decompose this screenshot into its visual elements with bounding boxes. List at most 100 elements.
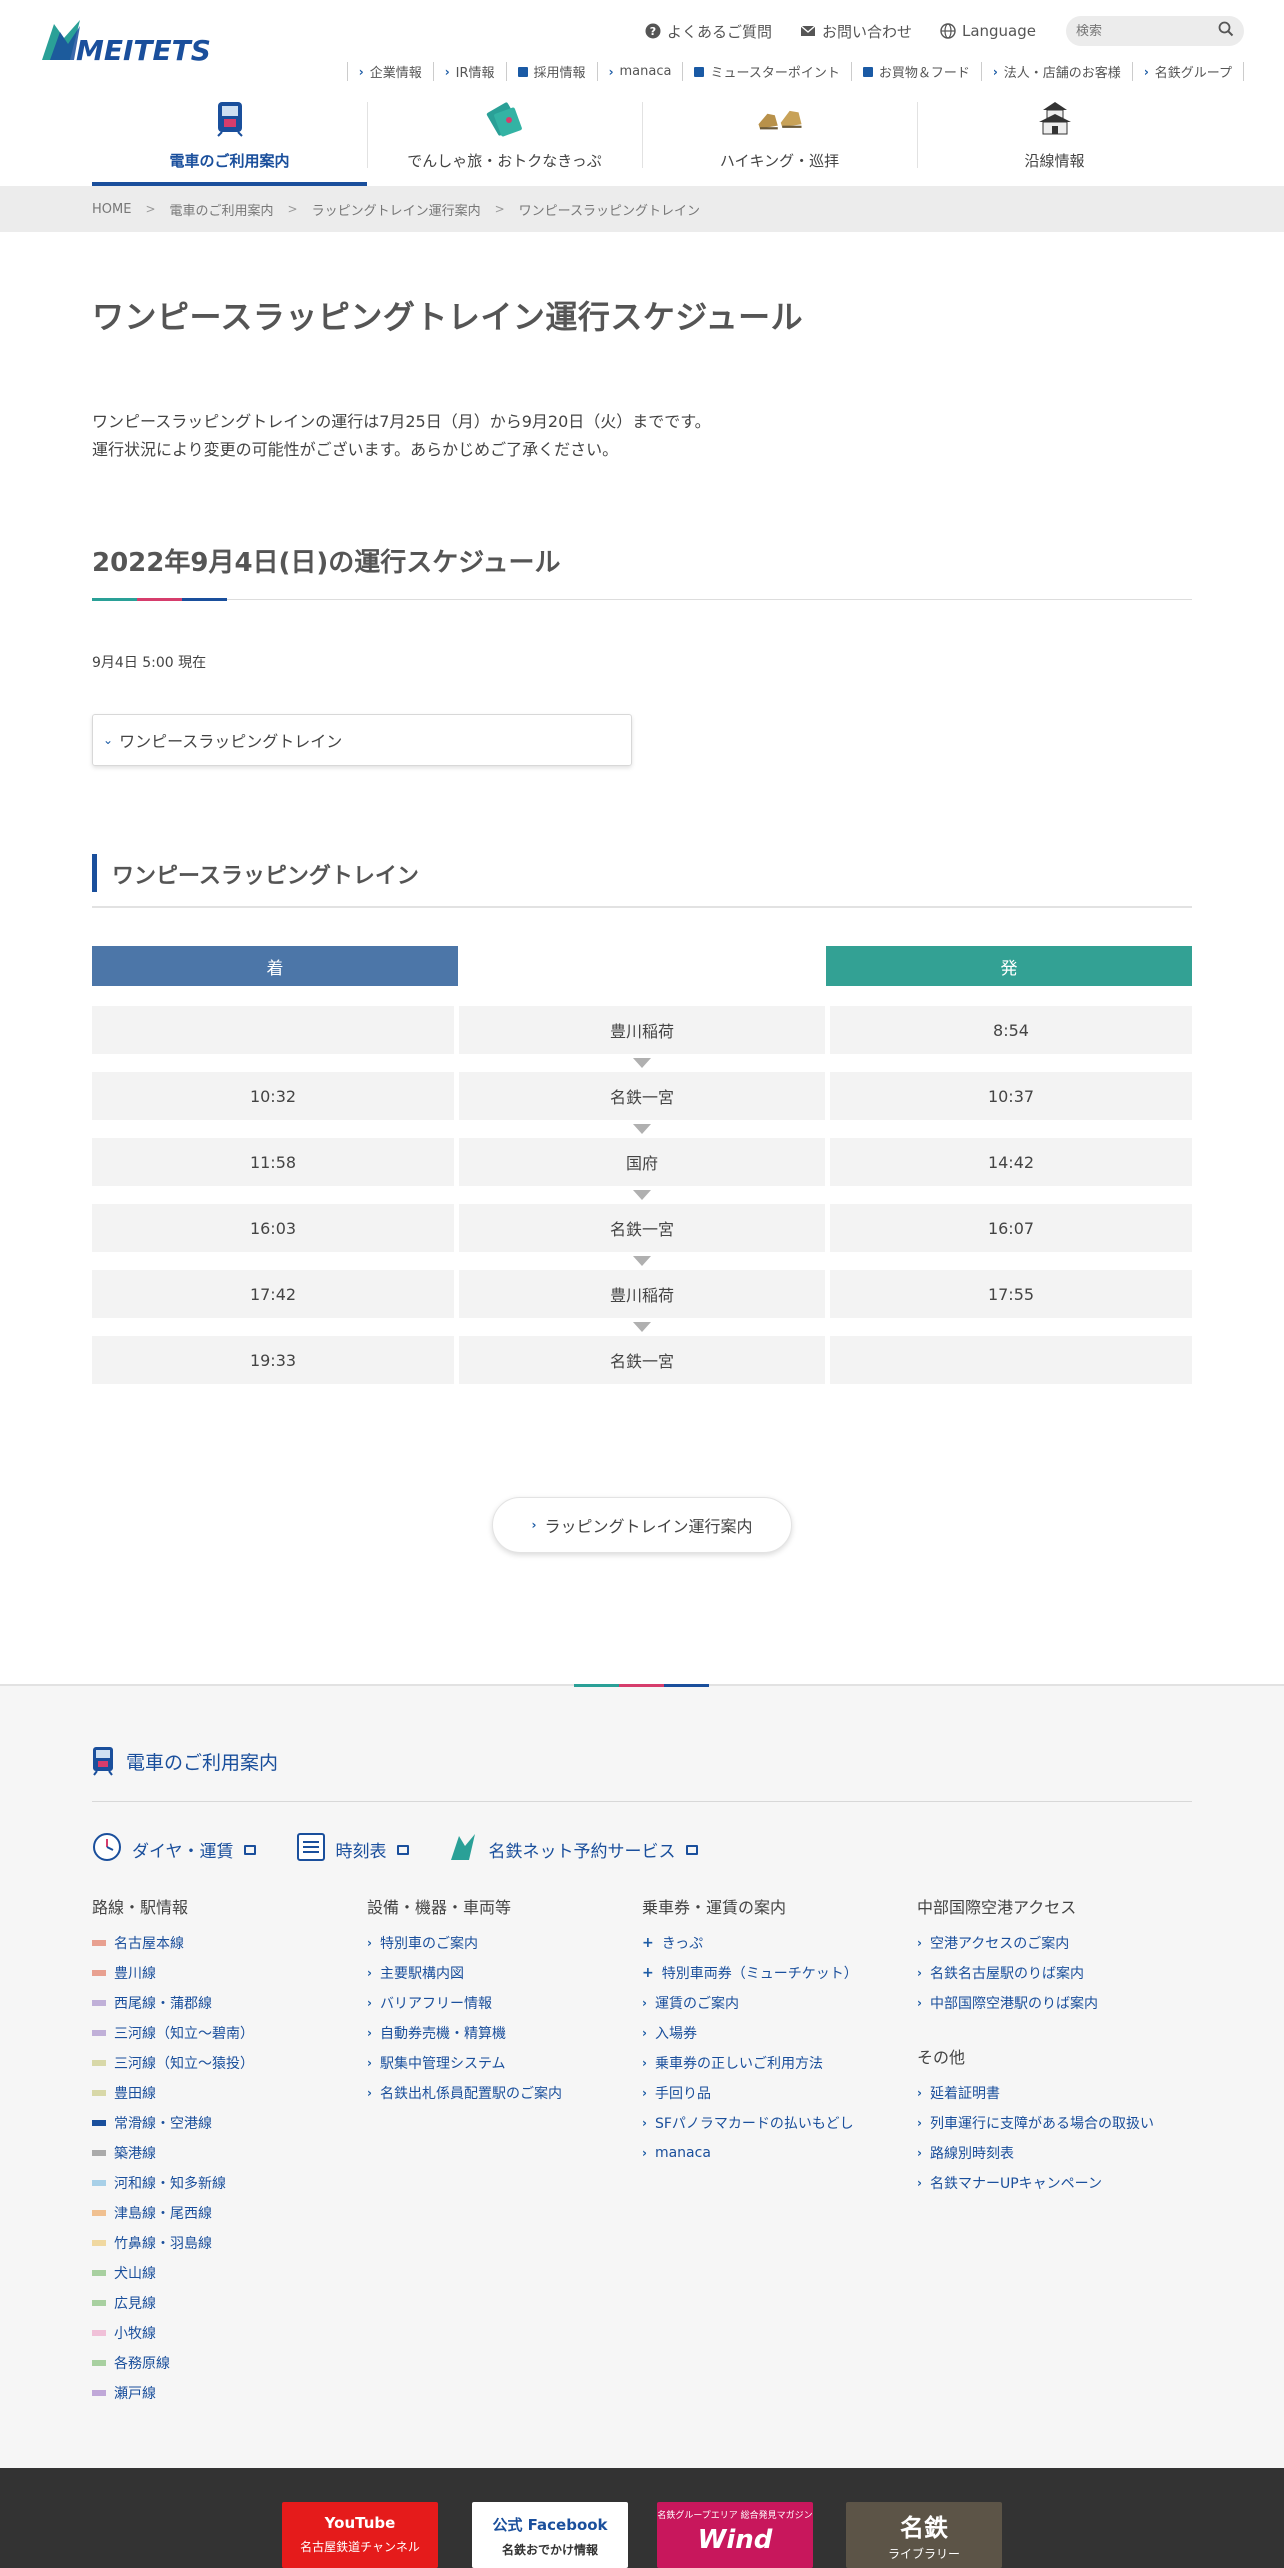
arrive-cell: 19:33 xyxy=(92,1336,454,1384)
chevron-right-icon: › xyxy=(917,1996,922,2010)
mainnav-area[interactable]: 沿線情報 xyxy=(917,92,1192,186)
site-footer: 電車のご利用案内 ダイヤ・運賃 時刻表 名鉄ネット予約サービス 路線・駅情報 名… xyxy=(0,1684,1284,2468)
other-label: 名鉄マナーUPキャンペーン xyxy=(929,2176,1102,2192)
breadcrumb-train-guide[interactable]: 電車のご利用案内 xyxy=(170,200,274,219)
timetable-link[interactable]: 時刻表 xyxy=(296,1832,409,1867)
subnav-business[interactable]: › 法人・店舗のお客様 xyxy=(980,62,1132,81)
main-nav: 電車のご利用案内 でんしゃ旅・おトクなきっぷ ハイキング・巡拝 沿線情報 xyxy=(92,92,1192,186)
line-link[interactable]: 名古屋本線 xyxy=(92,1928,367,1958)
arrive-cell: 16:03 xyxy=(92,1204,454,1252)
line-name: 名古屋本線 xyxy=(114,1936,184,1952)
line-link[interactable]: 豊川線 xyxy=(92,1958,367,1988)
line-link[interactable]: 西尾線・蒲郡線 xyxy=(92,1988,367,2018)
subnav-recruit-label: 採用情報 xyxy=(533,66,586,81)
line-link[interactable]: 三河線（知立〜猿投） xyxy=(92,2048,367,2078)
search-icon[interactable] xyxy=(1218,21,1234,41)
facility-label: 名鉄出札係員配置駅のご案内 xyxy=(379,2086,562,2102)
chevron-right-icon: > xyxy=(145,202,156,216)
facility-link[interactable]: › バリアフリー情報 xyxy=(367,1988,642,2018)
ticket-link[interactable]: › 運賃のご案内 xyxy=(642,1988,917,2018)
meitetsu-logo[interactable]: MEITETSU xyxy=(40,16,234,67)
line-link[interactable]: 犬山線 xyxy=(92,2258,367,2288)
station-cell: 国府 xyxy=(459,1138,825,1186)
ticket-link[interactable]: › SFパノラマカードの払いもどし xyxy=(642,2108,917,2138)
chevron-right-icon: › xyxy=(367,2026,372,2040)
table-row: 17:42 豊川稲荷 17:55 xyxy=(92,1270,1192,1318)
other-link[interactable]: › 名鉄マナーUPキャンペーン xyxy=(917,2168,1192,2198)
contact-link[interactable]: お問い合わせ xyxy=(800,21,912,42)
other-link[interactable]: › 列車運行に支障がある場合の取扱い xyxy=(917,2108,1192,2138)
subnav-group[interactable]: › 名鉄グループ xyxy=(1131,62,1244,81)
ticket-label: きっぷ xyxy=(661,1936,704,1952)
net-reservation-link[interactable]: 名鉄ネット予約サービス xyxy=(449,1832,698,1867)
ticket-link[interactable]: › 乗車券の正しいご利用方法 xyxy=(642,2048,917,2078)
wind-banner[interactable]: 名鉄グループエリア 総合発見マガジン Wind xyxy=(657,2502,813,2568)
subnav-recruit[interactable]: 採用情報 xyxy=(505,62,597,81)
ticket-link[interactable]: + 特別車両券（ミューチケット） xyxy=(642,1958,917,1988)
line-link[interactable]: 広見線 xyxy=(92,2288,367,2318)
line-link[interactable]: 竹鼻線・羽島線 xyxy=(92,2228,367,2258)
facility-link[interactable]: › 主要駅構内図 xyxy=(367,1958,642,1988)
line-swatch xyxy=(92,2240,106,2246)
search-input[interactable] xyxy=(1076,23,1218,39)
facility-link[interactable]: › 名鉄出札係員配置駅のご案内 xyxy=(367,2078,642,2108)
ticket-link[interactable]: › 入場券 xyxy=(642,2018,917,2048)
breadcrumb-wrapping-train[interactable]: ラッピングトレイン運行案内 xyxy=(312,200,481,219)
facility-link[interactable]: › 駅集中管理システム xyxy=(367,2048,642,2078)
line-link[interactable]: 瀬戸線 xyxy=(92,2378,367,2408)
line-link[interactable]: 河和線・知多新線 xyxy=(92,2168,367,2198)
subnav-shopping[interactable]: お買物＆フード xyxy=(850,62,981,81)
lead-text: ワンピースラッピングトレインの運行は7月25日（月）から9月20日（火）までです… xyxy=(92,408,711,464)
arrive-cell: 17:42 xyxy=(92,1270,454,1318)
facility-link[interactable]: › 特別車のご案内 xyxy=(367,1928,642,1958)
depart-cell: 14:42 xyxy=(830,1138,1192,1186)
ticket-link[interactable]: › manaca xyxy=(642,2138,917,2168)
subnav-mustar[interactable]: ミュースターポイント xyxy=(682,62,850,81)
line-link[interactable]: 常滑線・空港線 xyxy=(92,2108,367,2138)
depart-cell: 10:37 xyxy=(830,1072,1192,1120)
chevron-right-icon: › xyxy=(917,1936,922,1950)
schedule-title: 2022年9月4日(日)の運行スケジュール xyxy=(92,548,561,578)
chevron-right-icon: > xyxy=(287,202,298,216)
subnav-manaca[interactable]: › manaca xyxy=(596,62,683,81)
airport-link[interactable]: › 空港アクセスのご案内 xyxy=(917,1928,1192,1958)
language-link[interactable]: Language xyxy=(940,22,1036,40)
ticket-link[interactable]: + きっぷ xyxy=(642,1928,917,1958)
facility-link[interactable]: › 自動券売機・精算機 xyxy=(367,2018,642,2048)
line-link[interactable]: 小牧線 xyxy=(92,2318,367,2348)
faq-link[interactable]: ? よくあるご質問 xyxy=(645,21,772,42)
line-link[interactable]: 豊田線 xyxy=(92,2078,367,2108)
subnav-business-label: 法人・店舗のお客様 xyxy=(1003,66,1121,81)
chevron-right-icon: › xyxy=(367,2056,372,2070)
breadcrumb-home[interactable]: HOME xyxy=(92,202,131,217)
line-link[interactable]: 三河線（知立〜碧南） xyxy=(92,2018,367,2048)
mainnav-hiking[interactable]: ハイキング・巡拝 xyxy=(642,92,917,186)
mainnav-train[interactable]: 電車のご利用案内 xyxy=(92,92,367,186)
subnav-corporate[interactable]: › 企業情報 xyxy=(346,62,433,81)
line-link[interactable]: 津島線・尾西線 xyxy=(92,2198,367,2228)
line-swatch xyxy=(92,2000,106,2006)
line-link[interactable]: 各務原線 xyxy=(92,2348,367,2378)
mainnav-trip[interactable]: でんしゃ旅・おトクなきっぷ xyxy=(367,92,642,186)
wrapping-train-guide-button[interactable]: › ラッピングトレイン運行案内 xyxy=(492,1497,792,1553)
library-banner[interactable]: 名鉄 ライブラリー xyxy=(846,2502,1002,2568)
youtube-banner[interactable]: YouTube 名古屋鉄道チャンネル xyxy=(282,2502,438,2568)
mainnav-train-label: 電車のご利用案内 xyxy=(169,152,290,170)
diagram-fare-link[interactable]: ダイヤ・運賃 xyxy=(92,1832,256,1867)
airport-label: 名鉄名古屋駅のりば案内 xyxy=(929,1966,1084,1982)
other-link[interactable]: › 路線別時刻表 xyxy=(917,2138,1192,2168)
window-icon xyxy=(517,66,528,77)
train-toggle-button[interactable]: ⌄ ワンピースラッピングトレイン xyxy=(92,714,632,766)
airport-link[interactable]: › 名鉄名古屋駅のりば案内 xyxy=(917,1958,1192,1988)
arrive-cell xyxy=(92,1006,454,1054)
ticket-link[interactable]: › 手回り品 xyxy=(642,2078,917,2108)
line-link[interactable]: 築港線 xyxy=(92,2138,367,2168)
airport-link[interactable]: › 中部国際空港駅のりば案内 xyxy=(917,1988,1192,2018)
other-link[interactable]: › 延着証明書 xyxy=(917,2078,1192,2108)
subnav-corporate-label: 企業情報 xyxy=(369,66,422,81)
chevron-right-icon: › xyxy=(642,2056,647,2070)
col-facilities-title: 設備・機器・車両等 xyxy=(367,1898,512,1917)
mainnav-area-label: 沿線情報 xyxy=(1024,152,1085,170)
facebook-banner[interactable]: 公式 Facebook 名鉄おでかけ情報 xyxy=(472,2502,628,2568)
subnav-ir[interactable]: › IR情報 xyxy=(432,62,506,81)
